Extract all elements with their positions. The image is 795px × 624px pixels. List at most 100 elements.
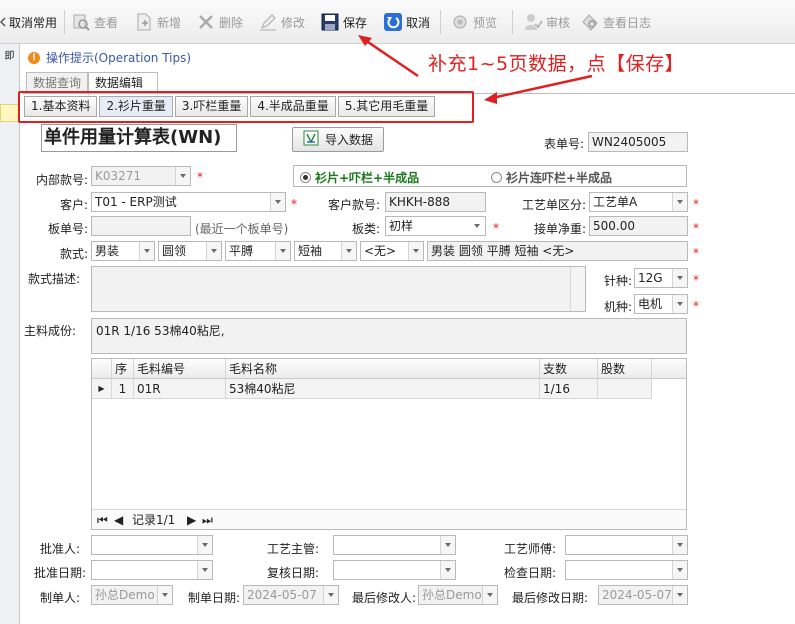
delete-button[interactable]: 删除 <box>196 10 243 34</box>
chevron-down-icon[interactable] <box>408 242 423 260</box>
new-button[interactable]: 新增 <box>134 10 181 34</box>
next-record-icon[interactable]: ▶ <box>187 512 196 528</box>
material-label: 主料成份: <box>24 324 77 338</box>
review-date-field[interactable] <box>333 560 456 580</box>
chevron-down-icon[interactable] <box>323 586 338 604</box>
style-label: 款式: <box>59 247 88 261</box>
last-modify-date-label: 最后修改日期: <box>511 591 588 605</box>
needle-select[interactable]: 12G <box>634 268 688 288</box>
cancel-icon <box>383 12 403 32</box>
prev-record-icon[interactable]: ◀ <box>114 512 123 528</box>
craft-supervisor-label: 工艺主管: <box>266 542 319 556</box>
last-record-icon[interactable]: ⏭ <box>202 512 213 528</box>
material-grid: 序 毛料编号 毛料名称 支数 股数 ▶ 1 01R 53棉40粘尼 1/16 ⏮… <box>91 358 687 530</box>
style-sleeve-select[interactable]: 短袖 <box>294 241 357 261</box>
check-date-field[interactable] <box>565 560 688 580</box>
cancel-button[interactable]: 取消 <box>383 10 430 34</box>
radio-panel-rib-semi[interactable]: 衫片+吓栏+半成品 <box>300 169 419 186</box>
craft-supervisor-select[interactable] <box>333 535 456 555</box>
required-mark: * <box>693 273 699 287</box>
machine-select[interactable]: 电机 <box>634 294 688 314</box>
internal-no-field[interactable]: K03271 <box>91 166 191 186</box>
required-mark: * <box>693 197 699 211</box>
chevron-down-icon[interactable] <box>139 242 154 260</box>
left-strip-tab[interactable]: 即 <box>0 46 19 68</box>
edit-button[interactable]: 修改 <box>258 10 305 34</box>
radio-panel-linked-rib-semi[interactable]: 衫片连吓栏+半成品 <box>491 169 612 186</box>
chevron-down-icon[interactable] <box>672 295 687 313</box>
customer-label: 客户: <box>59 198 88 212</box>
chevron-down-icon[interactable] <box>157 586 172 604</box>
grid-col-count[interactable]: 支数 <box>540 359 598 379</box>
app-window: 取消常用 查看 新增 删除 修改 保存 取消 预览 审核 查看日志 即 ! 操作… <box>0 0 795 624</box>
view-log-button[interactable]: 查看日志 <box>580 10 651 34</box>
grid-col-name[interactable]: 毛料名称 <box>226 359 540 379</box>
chevron-down-icon[interactable] <box>270 193 285 211</box>
chevron-down-icon[interactable] <box>440 536 455 554</box>
view-button[interactable]: 查看 <box>71 10 118 34</box>
net-weight-label: 接单净重: <box>533 222 586 236</box>
first-record-icon[interactable]: ⏮ <box>97 512 108 528</box>
chevron-down-icon[interactable] <box>440 561 455 579</box>
import-data-button[interactable]: 导入数据 <box>292 127 384 152</box>
material-textarea[interactable]: 01R 1/16 53棉40粘尼, <box>91 318 687 354</box>
grid-col-seq[interactable]: 序 <box>112 359 134 379</box>
craft-sheet-select[interactable]: 工艺单A <box>589 192 688 212</box>
board-type-select[interactable]: 初样 <box>385 216 486 236</box>
log-icon <box>580 12 600 32</box>
new-icon <box>134 12 154 32</box>
delete-icon <box>196 12 216 32</box>
style-desc-textarea[interactable] <box>91 266 586 312</box>
approve-date-field[interactable] <box>91 560 213 580</box>
net-weight-field[interactable]: 500.00 <box>589 216 688 236</box>
review-date-label: 复核日期: <box>266 566 319 580</box>
maker-field[interactable]: 孙总Demo <box>91 585 173 605</box>
chevron-down-icon[interactable] <box>470 217 485 235</box>
record-navigator: ⏮ ◀ 记录1/1 ▶ ⏭ <box>92 509 686 529</box>
chevron-down-icon[interactable] <box>672 269 687 287</box>
make-date-field[interactable]: 2024-05-07 <box>243 585 339 605</box>
order-no-field[interactable]: WN2405005 <box>588 132 688 152</box>
chevron-down-icon[interactable] <box>672 536 687 554</box>
table-row[interactable]: ▶ 1 01R 53棉40粘尼 1/16 <box>92 379 652 399</box>
preview-icon <box>450 12 470 32</box>
chevron-down-icon[interactable] <box>206 242 221 260</box>
chevron-down-icon[interactable] <box>341 242 356 260</box>
view-icon <box>71 12 91 32</box>
craft-master-select[interactable] <box>565 535 688 555</box>
chevron-down-icon[interactable] <box>275 242 290 260</box>
approve-button[interactable]: 审核 <box>523 10 570 34</box>
unfavorite-button[interactable]: 取消常用 <box>0 10 57 34</box>
chevron-down-icon[interactable] <box>175 167 190 185</box>
grid-col-code[interactable]: 毛料编号 <box>134 359 226 379</box>
grid-col-ply[interactable]: 股数 <box>598 359 652 379</box>
chevron-down-icon[interactable] <box>197 561 212 579</box>
operation-tips[interactable]: ! 操作提示(Operation Tips) <box>28 49 191 66</box>
chevron-down-icon[interactable] <box>672 561 687 579</box>
preview-button[interactable]: 预览 <box>450 10 497 34</box>
approver-select[interactable] <box>91 535 213 555</box>
chevron-down-icon[interactable] <box>672 586 687 604</box>
chevron-down-icon[interactable] <box>197 536 212 554</box>
save-button[interactable]: 保存 <box>320 10 367 34</box>
style-shoulder-select[interactable]: 平膊 <box>225 241 291 261</box>
customer-select[interactable]: T01 - ERP测试 <box>91 192 286 212</box>
last-modifier-field[interactable]: 孙总Demo <box>418 585 498 605</box>
toolbar-separator <box>440 10 441 34</box>
board-type-label: 板类: <box>351 222 380 236</box>
required-mark: * <box>291 197 297 211</box>
radio-checked-icon <box>300 172 311 183</box>
make-date-label: 制单日期: <box>187 591 240 605</box>
style-gender-select[interactable]: 男装 <box>91 241 155 261</box>
grid-header: 序 毛料编号 毛料名称 支数 股数 <box>92 359 686 379</box>
style-summary-field[interactable]: 男装 圆领 平膊 短袖 <无> <box>427 241 688 261</box>
chevron-down-icon[interactable] <box>672 193 687 211</box>
last-modify-date-field[interactable]: 2024-05-07 <box>598 585 688 605</box>
chevron-down-icon[interactable] <box>482 586 497 604</box>
style-collar-select[interactable]: 圆领 <box>158 241 222 261</box>
customer-style-field[interactable]: KHKH-888 <box>385 192 486 212</box>
style-other-select[interactable]: <无> <box>360 241 424 261</box>
scrollbar[interactable] <box>570 267 585 311</box>
board-no-field[interactable] <box>91 216 191 236</box>
machine-label: 机种: <box>603 300 632 314</box>
